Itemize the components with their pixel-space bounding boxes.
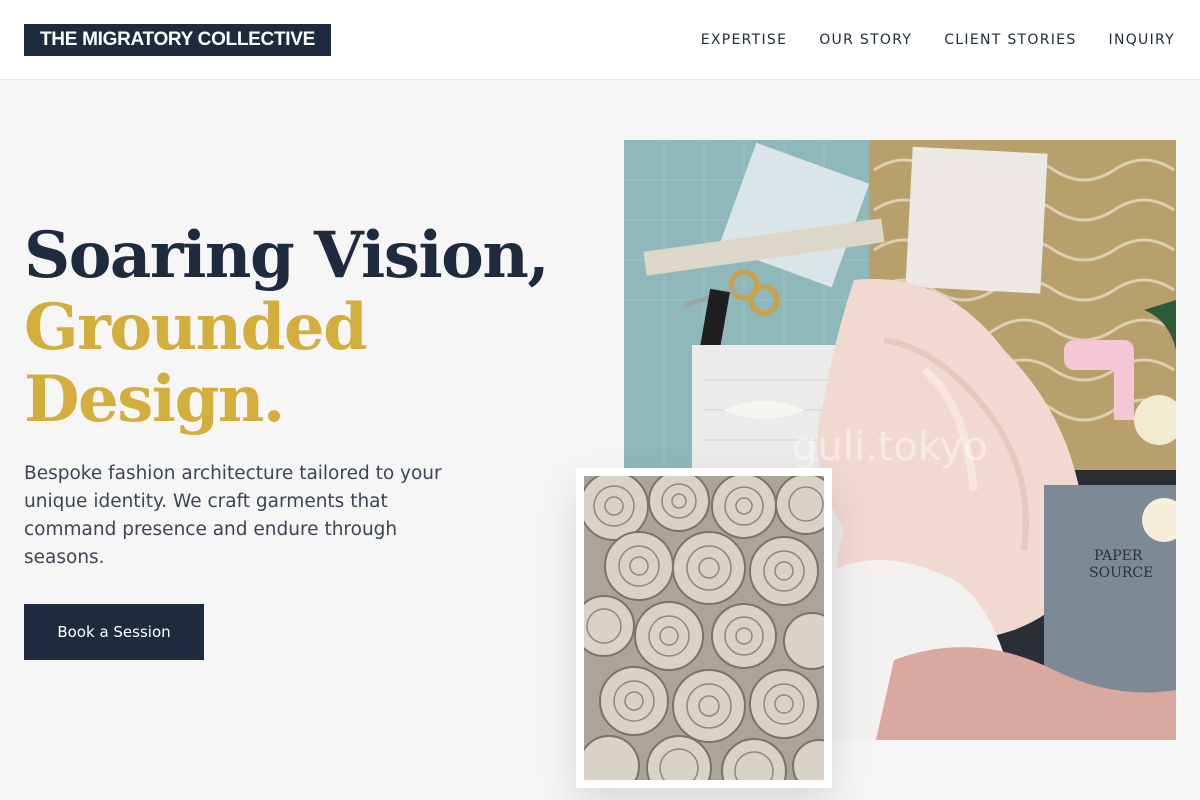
hero-title-line-2: Grounded — [24, 290, 368, 365]
hero-subtitle: Bespoke fashion architecture tailored to… — [24, 463, 442, 568]
nav-link-client-stories[interactable]: CLIENT STORIES — [944, 32, 1076, 48]
nav-link-expertise[interactable]: EXPERTISE — [701, 32, 788, 48]
nav-link-inquiry[interactable]: INQUIRY — [1109, 32, 1175, 48]
hero-title-line-3: Design. — [24, 362, 285, 437]
inset-photo-frame — [576, 468, 832, 788]
book-session-button[interactable]: Book a Session — [24, 604, 204, 660]
card-text-source: SOURCE — [1089, 565, 1153, 581]
card-text-paper: PAPER — [1094, 548, 1143, 564]
main-nav: EXPERTISE OUR STORY CLIENT STORIES INQUI… — [701, 30, 1175, 50]
nav-link-our-story[interactable]: OUR STORY — [819, 32, 912, 48]
photo-watermark: guli.tokyo — [792, 424, 988, 470]
brand-logo[interactable]: THE MIGRATORY COLLECTIVE — [24, 24, 331, 56]
fabric-rolls-photo — [584, 476, 824, 780]
site-header: THE MIGRATORY COLLECTIVE EXPERTISE OUR S… — [0, 0, 1200, 80]
hero-title-line-1: Soaring Vision, — [24, 218, 550, 293]
hero-title: Soaring Vision, Grounded Design. — [24, 220, 584, 436]
